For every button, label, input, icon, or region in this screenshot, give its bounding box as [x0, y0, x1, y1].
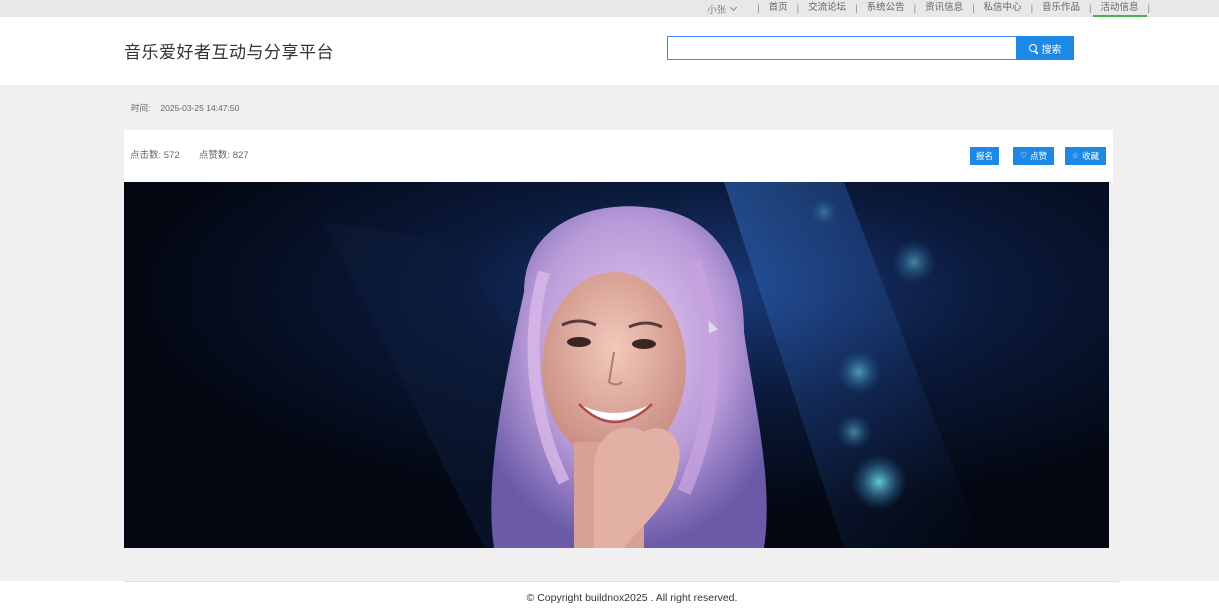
nav-link-announcements[interactable]: 系统公告 [867, 0, 905, 17]
event-detail-card: 点击数: 572 点赞数: 827 报名 ♡ 点赞 ☆ 收藏 [124, 130, 1113, 182]
site-title: 音乐爱好者互动与分享平台 [124, 43, 334, 63]
footer-divider [124, 581, 1119, 582]
signup-button-label: 报名 [975, 151, 993, 161]
search-button[interactable]: 搜索 [1016, 36, 1074, 60]
like-button-label: 点赞 [1030, 151, 1048, 161]
event-stats: 点击数: 572 点赞数: 827 [130, 147, 249, 161]
user-name: 小张 [707, 4, 727, 16]
publish-time: 时间: 2025-03-25 14:47:50 [131, 102, 239, 114]
search-button-label: 搜索 [1041, 44, 1062, 56]
time-value: 2025-03-25 14:47:50 [160, 103, 240, 113]
copyright-text: © Copyright buildnox2025 . All right res… [526, 592, 738, 604]
header: 音乐爱好者互动与分享平台 搜索 [0, 17, 1219, 85]
favorite-button[interactable]: ☆ 收藏 [1065, 147, 1106, 165]
likes-value: 827 [232, 150, 249, 161]
nav-link-music-works[interactable]: 音乐作品 [1042, 0, 1080, 17]
top-bar: 小张 | 首页 | 交流论坛 | 系统公告 | 资讯信息 | 私信中心 | 音乐… [0, 0, 1219, 18]
likes-label: 点赞数: [198, 150, 231, 161]
footer: © Copyright buildnox2025 . All right res… [0, 581, 1219, 610]
clicks-value: 572 [163, 150, 180, 161]
signup-button[interactable]: 报名 [970, 147, 999, 165]
nav-link-messages[interactable]: 私信中心 [984, 0, 1022, 17]
user-menu[interactable]: 小张 [707, 2, 738, 16]
event-poster-image [124, 182, 1109, 548]
favorite-button-label: 收藏 [1082, 151, 1100, 161]
nav-link-home[interactable]: 首页 [769, 0, 788, 17]
chevron-down-icon [730, 3, 738, 11]
heart-icon: ♡ [1019, 151, 1028, 160]
nav-link-forum[interactable]: 交流论坛 [808, 0, 846, 17]
time-label: 时间: [131, 103, 151, 113]
top-nav: 小张 | 首页 | 交流论坛 | 系统公告 | 资讯信息 | 私信中心 | 音乐… [707, 0, 1150, 18]
search-input[interactable] [667, 36, 1017, 60]
search-icon [1028, 43, 1038, 53]
star-icon: ☆ [1071, 151, 1080, 160]
nav-link-events[interactable]: 活动信息 [1092, 0, 1147, 18]
clicks-label: 点击数: [130, 150, 162, 161]
nav-link-news[interactable]: 资讯信息 [925, 0, 963, 17]
like-button[interactable]: ♡ 点赞 [1013, 147, 1054, 165]
